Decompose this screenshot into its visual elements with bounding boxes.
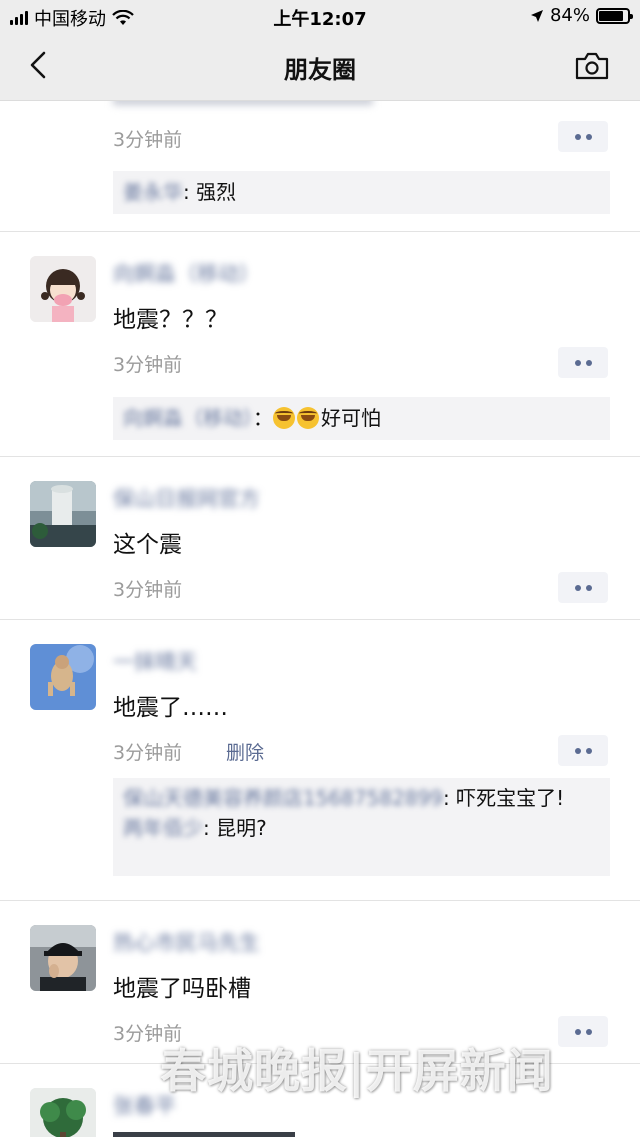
post-content: 地震？？？ xyxy=(113,307,228,333)
comment-author[interactable]: 保山天德美容养颜店15687582899 xyxy=(123,786,443,810)
comment-author[interactable]: 向婀淼（移动） xyxy=(123,406,253,430)
post-time: 3分钟前 xyxy=(113,579,183,601)
comment-author[interactable]: 姜永华 xyxy=(123,180,183,204)
moment-post: 保山日报网官方 这个震 3分钟前 xyxy=(0,457,640,620)
status-right: 84% xyxy=(530,5,633,26)
more-actions-button[interactable] xyxy=(558,735,608,766)
post-time: 3分钟前 xyxy=(113,1023,183,1045)
comment-list: 姜永华: 强烈 xyxy=(113,171,610,214)
comment-list: 向婀淼（移动）： 好可怕 xyxy=(113,397,610,440)
comment-text: 好可怕 xyxy=(321,406,381,430)
status-bar: 中国移动 上午12:07 84% xyxy=(0,0,640,32)
moment-post: 向婀淼（移动） 地震？？？ 3分钟前 向婀淼（移动）： 好可怕 xyxy=(0,232,640,457)
battery-icon xyxy=(596,7,633,24)
author-name[interactable]: 保山日报网官方 xyxy=(113,483,260,513)
post-content: 地震了吗卧槽 xyxy=(113,976,251,1002)
photo-avatar-icon xyxy=(30,481,96,547)
author-name[interactable]: 向婀淼（移动） xyxy=(113,258,260,288)
page-title: 朋友圈 xyxy=(284,56,356,84)
man-cap-avatar-icon xyxy=(30,925,96,991)
comment-text: : 强烈 xyxy=(183,180,237,204)
author-name[interactable]: 热心市民马先生 xyxy=(113,927,260,957)
more-actions-button[interactable] xyxy=(558,121,608,152)
cat-jumping-avatar-icon xyxy=(30,644,96,710)
author-name[interactable]: 一抹晴天 xyxy=(113,646,197,676)
comment-list: 保山天德美容养颜店15687582899: 吓死宝宝了! 两年佰少: 昆明? xyxy=(113,778,610,876)
camera-icon[interactable] xyxy=(574,50,610,82)
comment-text: : 吓死宝宝了! xyxy=(442,786,565,810)
moment-post: 3分钟前 姜永华: 强烈 xyxy=(0,101,640,232)
post-content: 地震了…… xyxy=(113,695,228,721)
more-actions-button[interactable] xyxy=(558,1016,608,1047)
avatar[interactable] xyxy=(30,481,96,547)
laughing-crying-emoji-icon xyxy=(273,407,295,429)
avatar[interactable] xyxy=(30,644,96,710)
comment-text: : 昆明? xyxy=(203,816,267,840)
girl-cartoon-avatar-icon xyxy=(30,256,96,322)
comment[interactable]: 向婀淼（移动）： 好可怕 xyxy=(123,402,600,435)
location-arrow-icon xyxy=(530,9,543,22)
avatar[interactable] xyxy=(30,1088,96,1137)
author-name[interactable]: 张春平 xyxy=(113,1090,176,1120)
more-actions-button[interactable] xyxy=(558,572,608,603)
chevron-left-icon[interactable] xyxy=(24,50,54,80)
moment-post: 一抹晴天 地震了…… 3分钟前 删除 保山天德美容养颜店15687582899:… xyxy=(0,620,640,901)
comment[interactable]: 两年佰少: 昆明? xyxy=(123,813,600,843)
blurred-content-fragment xyxy=(113,101,373,105)
moment-post: 张春平 xyxy=(0,1064,640,1137)
post-content: 这个震 xyxy=(113,532,182,558)
plant-avatar-icon xyxy=(30,1088,96,1137)
avatar[interactable] xyxy=(30,256,96,322)
post-time: 3分钟前 xyxy=(113,742,183,764)
post-time: 3分钟前 xyxy=(113,354,183,376)
comment[interactable]: 姜永华: 强烈 xyxy=(123,176,600,209)
image-preview-edge[interactable] xyxy=(113,1132,295,1137)
comment-author[interactable]: 两年佰少 xyxy=(123,816,203,840)
laughing-crying-emoji-icon xyxy=(297,407,319,429)
avatar[interactable] xyxy=(30,925,96,991)
more-actions-button[interactable] xyxy=(558,347,608,378)
battery-percent: 84% xyxy=(549,5,590,26)
moment-post: 热心市民马先生 地震了吗卧槽 3分钟前 xyxy=(0,901,640,1064)
nav-bar: 朋友圈 xyxy=(0,32,640,101)
battery-fill xyxy=(599,10,623,21)
moments-feed[interactable]: 3分钟前 姜永华: 强烈 向婀淼（移动） 地震？？？ 3分钟前 向婀淼（移动）：… xyxy=(0,101,640,1137)
delete-link[interactable]: 删除 xyxy=(226,738,264,765)
comment[interactable]: 保山天德美容养颜店15687582899: 吓死宝宝了! xyxy=(123,783,600,813)
post-time: 3分钟前 xyxy=(113,129,183,151)
